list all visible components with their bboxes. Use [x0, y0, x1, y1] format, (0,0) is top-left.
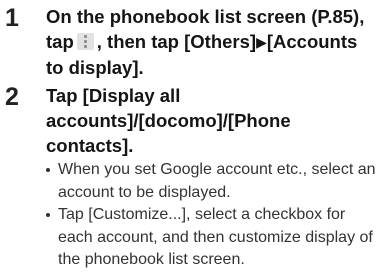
bullet-item: When you set Google account etc., select… — [46, 159, 377, 204]
arrow-right-icon: ▶ — [256, 34, 267, 50]
vertical-dots-menu-icon — [76, 33, 94, 50]
step-number: 2 — [5, 83, 19, 111]
step-body: On the phonebook list screen (P.85), tap… — [46, 4, 377, 80]
bullet-dot-icon — [46, 168, 50, 172]
step-body: Tap [Display all accounts]/[docomo]/[Pho… — [46, 83, 377, 272]
bullet-dot-icon — [46, 213, 50, 217]
step-title: Tap [Display all accounts]/[docomo]/[Pho… — [46, 85, 291, 156]
step-title: On the phonebook list screen (P.85), tap… — [46, 4, 377, 80]
bullet-text: When you set Google account etc., select… — [58, 161, 376, 201]
bullet-list: When you set Google account etc., select… — [46, 159, 377, 272]
step-number: 1 — [5, 4, 19, 32]
bullet-text: Tap [Customize...], select a checkbox fo… — [58, 206, 373, 268]
step-title-text: , then tap [Others] — [96, 31, 257, 52]
bullet-item: Tap [Customize...], select a checkbox fo… — [46, 204, 377, 272]
